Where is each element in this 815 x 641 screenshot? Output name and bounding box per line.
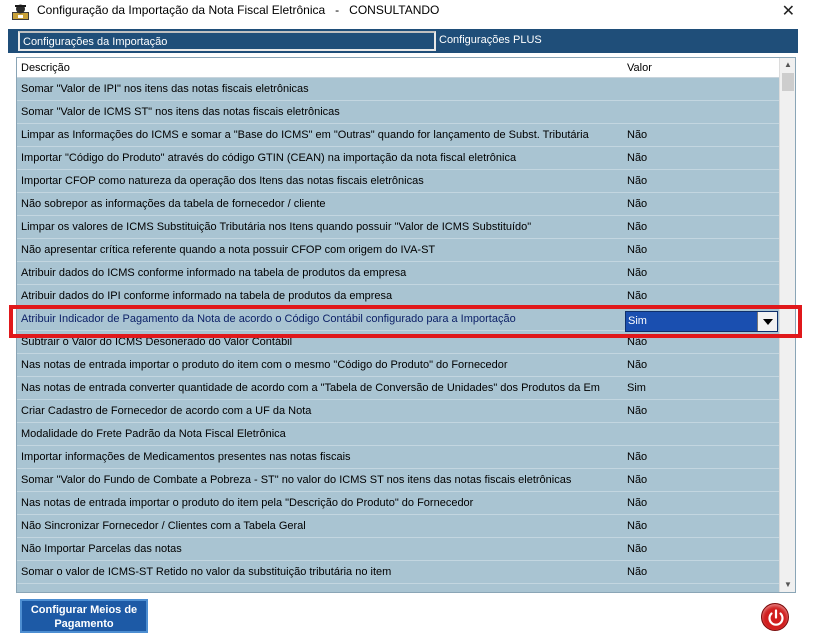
row-description: Somar "Valor do Fundo de Combate a Pobre… [21,474,572,486]
tab-configuracoes-plus[interactable]: Configurações PLUS [436,31,796,51]
table-row[interactable]: Limpar os valores de ICMS Substituição T… [17,216,779,239]
row-value: Não [627,198,648,210]
vertical-scrollbar[interactable]: ▲ ▼ [779,58,795,592]
table-row[interactable]: Não Importar Parcelas das notas Não [17,538,779,561]
row-value: Não [627,129,648,141]
table-row[interactable]: Somar "Valor de ICMS ST" nos itens das n… [17,101,779,124]
row-description: Modalidade do Frete Padrão da Nota Fisca… [21,428,286,440]
row-description: Limpar os valores de ICMS Substituição T… [21,221,532,233]
table-row[interactable]: Atribuir dados do ICMS conforme informad… [17,262,779,285]
row-value: Não [627,497,648,509]
tab-configuracoes-importacao[interactable]: Configurações da Importação [18,31,436,51]
row-value: Não [627,267,648,279]
button-label-line1: Configurar Meios de [30,604,138,616]
table-row[interactable]: Importar "Código do Produto" através do … [17,147,779,170]
valor-combobox[interactable]: Sim [625,311,778,332]
row-value: Não [627,405,648,417]
table-row[interactable]: Modalidade do Frete Padrão da Nota Fisca… [17,423,779,446]
row-value: Não [627,290,648,302]
column-header-descricao[interactable]: Descrição [21,62,70,74]
column-header-valor[interactable]: Valor [627,62,652,74]
row-value: Não [627,451,648,463]
tab-strip: Configurações da Importação Configuraçõe… [8,29,798,53]
row-description: Somar "Valor de ICMS ST" nos itens das n… [21,106,340,118]
row-description: Nas notas de entrada importar o produto … [21,359,508,371]
table-row[interactable]: Criar Cadastro de Fornecedor de acordo c… [17,400,779,423]
window-title: Configuração da Importação da Nota Fisca… [37,3,440,17]
row-description: Somar o valor de ICMS-ST Retido no valor… [21,566,392,578]
row-value: Não [627,336,648,348]
row-description: Nas notas de entrada importar o produto … [21,497,474,509]
table-row[interactable]: Somar o valor de ICMS-ST Retido no valor… [17,561,779,584]
chevron-down-icon[interactable] [757,312,777,331]
row-description: Atribuir dados do ICMS conforme informad… [21,267,407,279]
title-bar: Configuração da Importação da Nota Fisca… [0,0,815,26]
table-row[interactable]: Subtrair o Valor do ICMS Desonerado do V… [17,331,779,354]
row-value: Não [627,566,648,578]
row-description: Atribuir Indicador de Pagamento da Nota … [21,313,516,325]
table-row[interactable]: Somar "Valor de IPI" nos itens das notas… [17,78,779,101]
row-description: Importar informações de Medicamentos pre… [21,451,351,463]
grid-header: Descrição Valor [17,58,779,78]
table-row[interactable]: Atribuir dados do IPI conforme informado… [17,285,779,308]
row-value: Não [627,359,648,371]
power-symbol-icon [768,609,784,626]
scroll-down-icon[interactable]: ▼ [780,578,796,592]
grid-rows: Somar "Valor de IPI" nos itens das notas… [17,78,779,592]
table-row[interactable]: Nas notas de entrada importar o produto … [17,492,779,515]
row-description: Limpar as Informações do ICMS e somar a … [21,129,589,141]
combobox-value: Sim [628,315,647,327]
table-row[interactable]: Somar "Valor do Fundo de Combate a Pobre… [17,469,779,492]
close-icon[interactable]: ✕ [782,1,795,21]
row-description: Somar "Valor de IPI" nos itens das notas… [21,83,309,95]
button-label-line2: Pagamento [54,618,114,630]
row-value: Não [627,152,648,164]
table-row[interactable]: Não sobrepor as informações da tabela de… [17,193,779,216]
table-row[interactable]: Importar informações de Medicamentos pre… [17,446,779,469]
row-description: Não apresentar crítica referente quando … [21,244,436,256]
table-row[interactable]: Não apresentar crítica referente quando … [17,239,779,262]
row-description: Subtrair o Valor do ICMS Desonerado do V… [21,336,293,348]
row-value: Não [627,175,648,187]
row-value: Não [627,244,648,256]
row-description: Atribuir dados do IPI conforme informado… [21,290,393,302]
table-row[interactable]: Importar CFOP como natureza da operação … [17,170,779,193]
row-description: Não sobrepor as informações da tabela de… [21,198,326,210]
row-value: Sim [627,382,646,394]
row-value: Não [627,520,648,532]
app-icon [12,4,29,20]
power-icon[interactable] [761,603,789,631]
row-description: Não Importar Parcelas das notas [21,543,182,555]
row-description: Não Sincronizar Fornecedor / Clientes co… [21,520,306,532]
row-description: Importar CFOP como natureza da operação … [21,175,424,187]
row-description: Nas notas de entrada converter quantidad… [21,382,600,394]
row-value: Não [627,474,648,486]
table-row[interactable]: Nas notas de entrada importar o produto … [17,354,779,377]
table-row[interactable]: Nas notas de entrada converter quantidad… [17,377,779,400]
table-row[interactable]: Limpar as Informações do ICMS e somar a … [17,124,779,147]
scroll-thumb[interactable] [782,73,794,91]
scroll-up-icon[interactable]: ▲ [780,58,796,72]
row-description: Importar "Código do Produto" através do … [21,152,517,164]
row-description: Criar Cadastro de Fornecedor de acordo c… [21,405,312,417]
row-value: Não [627,221,648,233]
configurar-meios-pagamento-button[interactable]: Configurar Meios de Pagamento [20,599,148,633]
table-row[interactable]: Não Sincronizar Fornecedor / Clientes co… [17,515,779,538]
row-value: Não [627,543,648,555]
